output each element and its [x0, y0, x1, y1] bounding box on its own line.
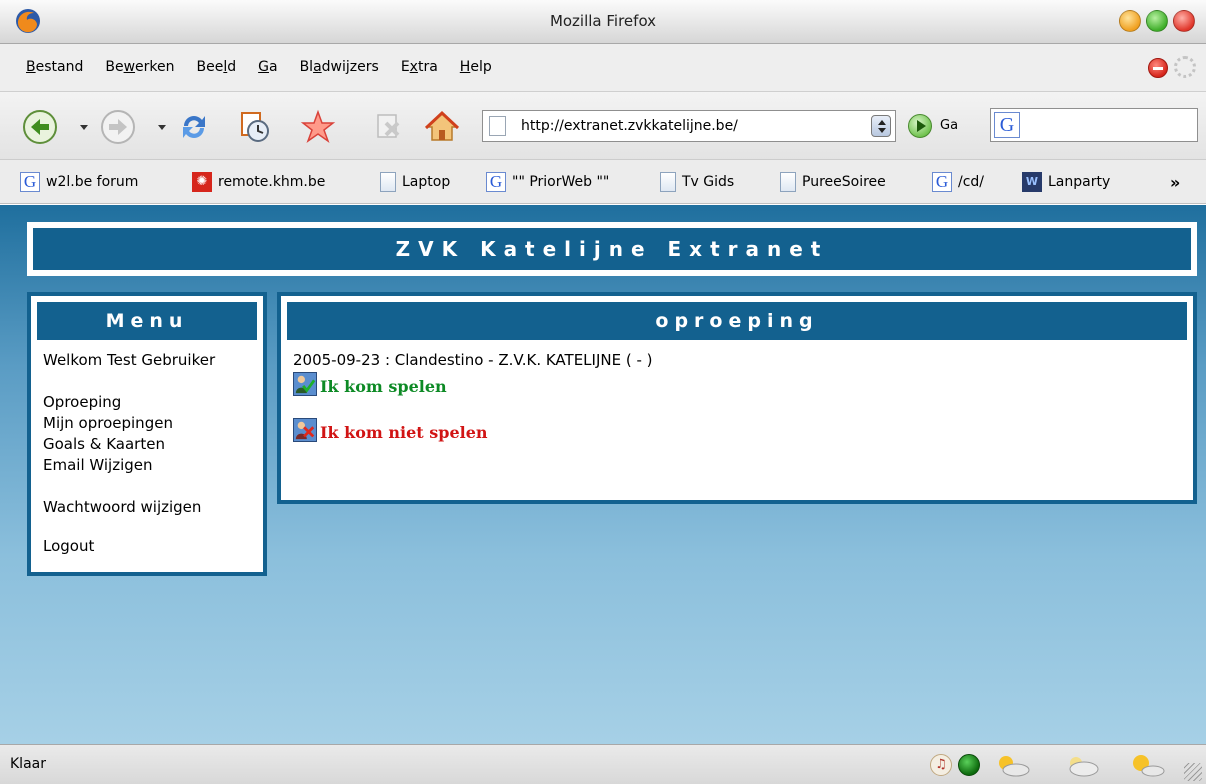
url-input[interactable]: http://extranet.zvkkatelijne.be/: [521, 118, 738, 134]
menu-item-bewerken[interactable]: Bewerken: [105, 59, 174, 75]
match-call-text: 2005-09-23 : Clandestino - Z.V.K. KATELI…: [293, 351, 653, 369]
menu-item-beeld[interactable]: Beeld: [197, 59, 237, 75]
stop-loading-icon[interactable]: [370, 109, 406, 145]
menu-item-help[interactable]: Help: [460, 59, 492, 75]
forward-history-arrow[interactable]: [158, 125, 166, 130]
minimize-button[interactable]: [1119, 10, 1141, 32]
menu-link-logout[interactable]: Logout: [43, 536, 257, 557]
weather-sun-cloud-icon[interactable]: [992, 752, 1032, 778]
bookmark-label: remote.khm.be: [218, 174, 326, 190]
bookmark-label: w2l.be forum: [46, 174, 139, 190]
menu-items: Bestand Bewerken Beeld Ga Bladwijzers Extra He…: [26, 59, 492, 75]
player-check-icon: [293, 372, 317, 396]
decline-label[interactable]: Ik kom niet spelen: [320, 423, 488, 442]
bookmark-item[interactable]: Tv Gids: [660, 172, 734, 192]
page-icon: [780, 172, 796, 192]
search-box[interactable]: G: [990, 108, 1198, 142]
menu-item-extra[interactable]: Extra: [401, 59, 438, 75]
google-icon: G: [932, 172, 952, 192]
page-icon: [380, 172, 396, 192]
accept-label[interactable]: Ik kom spelen: [320, 377, 447, 396]
go-label[interactable]: Ga: [940, 118, 958, 133]
bookmark-label: "" PriorWeb "": [512, 174, 610, 190]
page-icon: [660, 172, 676, 192]
back-history-arrow[interactable]: [80, 125, 88, 130]
home-icon[interactable]: [424, 109, 460, 145]
menu-link-goals-kaarten[interactable]: Goals & Kaarten: [43, 434, 257, 455]
bookmark-item[interactable]: G/cd/: [932, 172, 984, 192]
status-bar: Klaar ♫: [0, 744, 1206, 784]
site-title: ZVK Katelijne Extranet: [33, 228, 1191, 270]
menu-link-oproeping[interactable]: Oproeping: [43, 392, 257, 413]
status-text: Klaar: [10, 756, 46, 772]
menu-panel: Menu Welkom Test Gebruiker Oproeping Mij…: [27, 292, 267, 576]
bookmark-item[interactable]: PureeSoiree: [780, 172, 886, 192]
music-icon[interactable]: ♫: [930, 754, 952, 776]
close-button[interactable]: [1173, 10, 1195, 32]
player-cross-icon: [293, 418, 317, 442]
forward-button[interactable]: [100, 109, 136, 145]
menu-link-wachtwoord-wijzigen[interactable]: Wachtwoord wijzigen: [43, 497, 257, 518]
reload-icon[interactable]: [176, 109, 212, 145]
weather-cloud-icon[interactable]: [1062, 752, 1102, 778]
weather-sun-icon[interactable]: [1126, 752, 1166, 778]
site-header: ZVK Katelijne Extranet: [27, 222, 1197, 276]
bookmark-label: /cd/: [958, 174, 985, 190]
resize-grip-icon[interactable]: [1184, 763, 1202, 781]
page-icon: [489, 116, 506, 136]
welcome-text: Welkom Test Gebruiker: [43, 351, 216, 369]
status-indicator-icon[interactable]: [958, 754, 980, 776]
accept-link[interactable]: Ik kom spelen: [293, 372, 1187, 396]
window-titlebar: Mozilla Firefox: [0, 0, 1206, 44]
oproeping-title: oproeping: [287, 302, 1187, 340]
stop-icon[interactable]: [1148, 58, 1168, 78]
decline-link[interactable]: Ik kom niet spelen: [293, 418, 1187, 442]
history-icon[interactable]: [236, 109, 272, 145]
bookmark-label: Tv Gids: [682, 174, 735, 190]
throbber-icon: [1174, 56, 1196, 78]
page-viewport: ZVK Katelijne Extranet Menu Welkom Test …: [0, 205, 1206, 744]
bookmark-label: PureeSoiree: [802, 174, 886, 190]
bookmark-star-icon[interactable]: [300, 109, 336, 145]
bookmark-item[interactable]: Gw2l.be forum: [20, 172, 138, 192]
remote-icon: ✺: [192, 172, 212, 192]
oproeping-body: 2005-09-23 : Clandestino - Z.V.K. KATELI…: [287, 350, 1187, 442]
menu-item-bestand[interactable]: Bestand: [26, 59, 83, 75]
bookmarks-overflow-button[interactable]: »: [1170, 173, 1180, 192]
window-title: Mozilla Firefox: [549, 12, 657, 30]
bookmarks-toolbar: » Gw2l.be forum ✺ remote.khm.be Laptop G "" P…: [0, 160, 1206, 204]
bookmark-label: Lanparty: [1048, 174, 1111, 190]
lanparty-icon: W: [1022, 172, 1042, 192]
url-history-dropdown[interactable]: [871, 115, 891, 137]
bookmark-item[interactable]: Laptop: [380, 172, 450, 192]
navigation-toolbar: http://extranet.zvkkatelijne.be/ Ga G: [0, 92, 1206, 160]
back-button[interactable]: [22, 109, 58, 145]
google-search-icon[interactable]: G: [994, 112, 1020, 138]
zoom-button[interactable]: [1146, 10, 1168, 32]
google-icon: G: [20, 172, 40, 192]
google-icon: G: [486, 172, 506, 192]
menu-title: Menu: [37, 302, 257, 340]
oproeping-panel: oproeping 2005-09-23 : Clandestino - Z.V…: [277, 292, 1197, 504]
menu-link-email-wijzigen[interactable]: Email Wijzigen: [43, 455, 257, 476]
bookmark-item[interactable]: G "" PriorWeb "": [486, 172, 609, 192]
bookmark-item[interactable]: W Lanparty: [1022, 172, 1110, 192]
menu-link-mijn-oproepingen[interactable]: Mijn oproepingen: [43, 413, 257, 434]
go-button[interactable]: [908, 114, 932, 138]
menu-item-bladwijzers[interactable]: Bladwijzers: [300, 59, 379, 75]
menu-bar: Bestand Bewerken Beeld Ga Bladwijzers Extra He…: [0, 44, 1206, 92]
menu-list: Welkom Test Gebruiker Oproeping Mijn opr…: [37, 350, 257, 557]
menu-item-ga[interactable]: Ga: [258, 59, 277, 75]
url-bar[interactable]: http://extranet.zvkkatelijne.be/: [482, 110, 896, 142]
bookmark-label: Laptop: [402, 174, 451, 190]
bookmark-item[interactable]: ✺ remote.khm.be: [192, 172, 325, 192]
